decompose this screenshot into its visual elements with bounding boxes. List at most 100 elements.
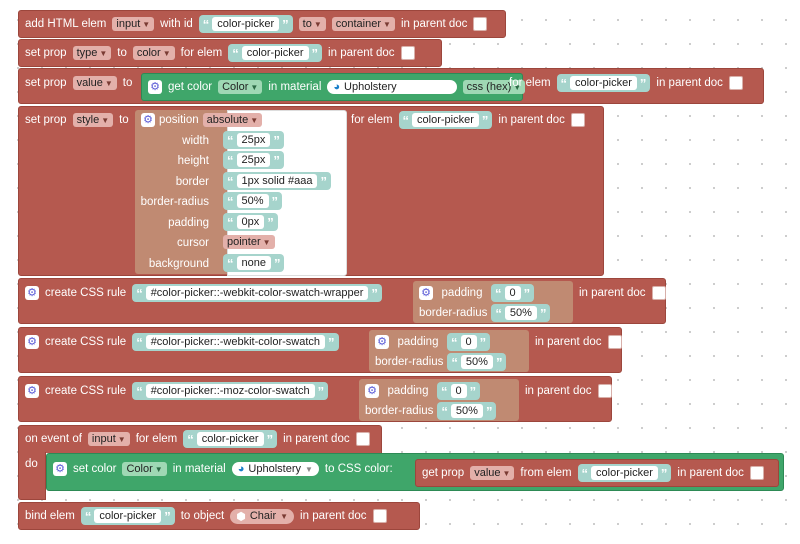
in-parent-doc-label: in parent doc xyxy=(656,77,723,89)
in-parent-doc-checkbox[interactable] xyxy=(570,113,585,127)
material-dropdown[interactable]: ◕ Upholstery xyxy=(327,80,457,94)
color-name-dropdown[interactable]: Color ▼ xyxy=(218,80,263,94)
style-value-width[interactable]: “25px” xyxy=(223,131,284,149)
style-value-cursor[interactable]: pointer ▼ xyxy=(223,235,275,249)
get-color-label: get color xyxy=(168,81,213,93)
selector-string[interactable]: “#color-picker::-moz-color-swatch” xyxy=(132,382,329,400)
style-key-border-radius: border-radius xyxy=(140,196,209,208)
in-parent-doc-label: in parent doc xyxy=(525,385,592,397)
selector-string[interactable]: “#color-picker::-webkit-color-swatch” xyxy=(132,333,339,351)
in-parent-doc-label: in parent doc xyxy=(579,287,646,299)
get-prop-label: get prop xyxy=(422,467,465,479)
set-prop-style-block[interactable]: set prop style ▼ to ⚙ position absolute ▼ … xyxy=(18,106,604,276)
object-dropdown[interactable]: ⬢ Chair ▼ xyxy=(230,508,295,524)
in-parent-doc-checkbox[interactable] xyxy=(749,466,764,480)
elem-string[interactable]: “color-picker” xyxy=(183,430,278,448)
from-elem-label: from elem xyxy=(520,467,572,479)
style-value-border[interactable]: “1px solid #aaa” xyxy=(223,172,331,190)
for-elem-label: for elem xyxy=(180,47,223,59)
style-key-cursor: cursor xyxy=(177,237,209,249)
set-prop-type-block[interactable]: set prop type ▼ to color ▼ for elem “color… xyxy=(18,39,442,67)
gear-icon[interactable]: ⚙ xyxy=(53,462,67,476)
elem-string[interactable]: “color-picker” xyxy=(556,74,651,92)
create-css-rule-label: create CSS rule xyxy=(45,287,127,299)
id-string[interactable]: “color-picker” xyxy=(198,15,293,33)
elem-string[interactable]: “color-picker” xyxy=(398,111,493,129)
style-value-border-radius[interactable]: “50%” xyxy=(223,192,283,210)
in-parent-doc-checkbox[interactable] xyxy=(651,286,666,300)
on-event-block[interactable]: on event of input ▼ for elem “color-picke… xyxy=(18,425,382,453)
elem-string[interactable]: “color-picker” xyxy=(80,507,175,525)
get-color-block[interactable]: ⚙ get color Color ▼ in material ◕ Upholste… xyxy=(141,73,526,101)
elem-type-dropdown[interactable]: input ▼ xyxy=(112,17,155,31)
add-html-elem-label: add HTML elem xyxy=(25,18,107,30)
cube-icon: ⬢ xyxy=(236,510,246,523)
in-parent-doc-checkbox[interactable] xyxy=(400,46,415,60)
padding-value[interactable]: “0” xyxy=(491,284,535,302)
in-parent-doc-label: in parent doc xyxy=(677,467,744,479)
in-parent-doc-checkbox[interactable] xyxy=(372,509,387,523)
style-value-background[interactable]: “none” xyxy=(223,254,285,272)
style-key-padding: padding xyxy=(168,217,209,229)
bind-elem-label: bind elem xyxy=(25,510,75,522)
selector-string[interactable]: “#color-picker::-webkit-color-swatch-wra… xyxy=(132,284,382,302)
in-parent-doc-label: in parent doc xyxy=(400,18,468,30)
event-dropdown[interactable]: input ▼ xyxy=(87,432,130,446)
border-radius-value[interactable]: “50%” xyxy=(447,353,507,371)
bind-elem-block[interactable]: bind elem “color-picker” to object ⬢ Chai… xyxy=(18,502,420,530)
color-name-dropdown[interactable]: Color ▼ xyxy=(122,462,167,476)
to-css-color-label: to CSS color: xyxy=(324,463,393,475)
set-color-block[interactable]: ⚙ set color Color ▼ in material ◕ Upholste… xyxy=(46,453,784,491)
in-parent-doc-checkbox[interactable] xyxy=(728,76,743,90)
border-radius-value[interactable]: “50%” xyxy=(491,304,551,322)
css-rule-block[interactable]: ⚙ create CSS rule “#color-picker::-webki… xyxy=(18,327,622,373)
padding-label: padding xyxy=(441,287,483,299)
on-event-of-label: on event of xyxy=(25,433,82,445)
parent-dropdown[interactable]: container ▼ xyxy=(331,17,395,31)
to-dropdown[interactable]: to ▼ xyxy=(298,17,326,31)
padding-value[interactable]: “0” xyxy=(437,382,481,400)
border-radius-value[interactable]: “50%” xyxy=(437,402,497,420)
style-value-height[interactable]: “25px” xyxy=(223,151,284,169)
padding-label: padding xyxy=(397,336,439,348)
in-material-label: in material xyxy=(268,81,322,93)
in-parent-doc-checkbox[interactable] xyxy=(473,17,488,31)
value-dropdown[interactable]: color ▼ xyxy=(132,46,175,60)
padding-value[interactable]: “0” xyxy=(447,333,491,351)
gear-icon[interactable]: ⚙ xyxy=(419,286,433,300)
gear-icon[interactable]: ⚙ xyxy=(375,335,389,349)
style-key-height: height xyxy=(177,155,209,167)
in-parent-doc-checkbox[interactable] xyxy=(607,335,622,349)
prop-dropdown[interactable]: style ▼ xyxy=(72,113,114,127)
in-parent-doc-checkbox[interactable] xyxy=(597,384,612,398)
for-elem-label: for elem xyxy=(135,433,178,445)
material-icon: ◕ xyxy=(237,463,245,475)
material-dropdown[interactable]: ◕ Upholstery ▼ xyxy=(231,462,319,476)
material-icon: ◕ xyxy=(333,81,341,93)
gear-icon[interactable]: ⚙ xyxy=(365,384,379,398)
prop-dropdown[interactable]: value ▼ xyxy=(72,76,117,90)
prop-dropdown[interactable]: type ▼ xyxy=(72,46,112,60)
elem-string[interactable]: “color-picker” xyxy=(228,44,323,62)
css-rule-block[interactable]: ⚙ create CSS rule “#color-picker::-moz-c… xyxy=(18,376,612,422)
set-prop-label: set prop xyxy=(25,47,67,59)
in-parent-doc-label: in parent doc xyxy=(498,114,565,126)
gear-icon[interactable]: ⚙ xyxy=(148,80,162,94)
in-parent-doc-label: in parent doc xyxy=(535,336,602,348)
style-value-padding[interactable]: “0px” xyxy=(223,213,278,231)
get-prop-block[interactable]: get prop value ▼ from elem “color-picker”… xyxy=(415,459,779,487)
set-prop-value-block[interactable]: set prop value ▼ to ⚙ get color Color ▼ in… xyxy=(18,68,764,104)
gear-icon[interactable]: ⚙ xyxy=(25,335,39,349)
gear-icon[interactable]: ⚙ xyxy=(25,286,39,300)
style-value-position[interactable]: absolute ▼ xyxy=(202,113,263,127)
css-rule-block[interactable]: ⚙ create CSS rule “#color-picker::-webki… xyxy=(18,278,666,324)
gear-icon[interactable]: ⚙ xyxy=(25,384,39,398)
in-parent-doc-checkbox[interactable] xyxy=(355,432,370,446)
style-key-position: position xyxy=(159,114,199,126)
border-radius-label: border-radius xyxy=(419,307,488,319)
elem-string[interactable]: “color-picker” xyxy=(577,464,672,482)
prop-dropdown[interactable]: value ▼ xyxy=(470,466,515,480)
add-html-elem-block[interactable]: add HTML elem input ▼ with id “color-pick… xyxy=(18,10,506,38)
create-css-rule-label: create CSS rule xyxy=(45,336,127,348)
gear-icon[interactable]: ⚙ xyxy=(141,113,155,127)
